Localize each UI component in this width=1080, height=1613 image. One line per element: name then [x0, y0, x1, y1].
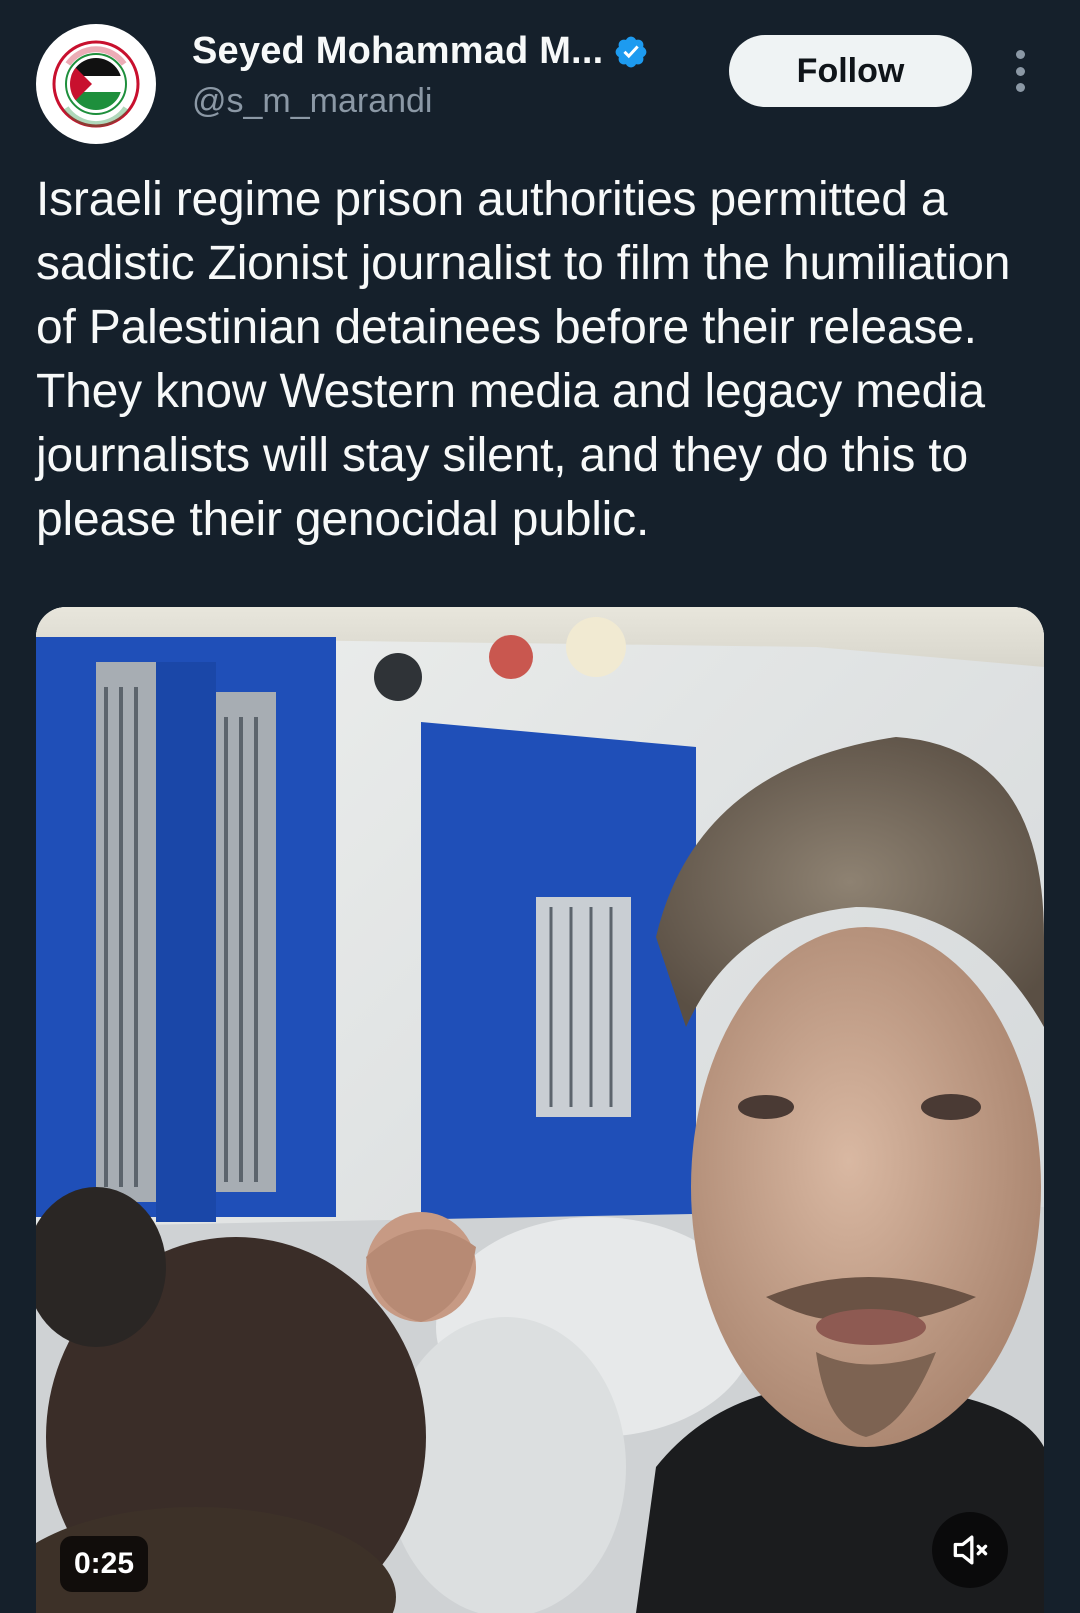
- more-dot: [1015, 83, 1025, 92]
- verified-badge-icon: [615, 36, 647, 67]
- video-player[interactable]: [36, 607, 1044, 1613]
- author-display-name[interactable]: Seyed Mohammad M...: [192, 30, 603, 73]
- volume-muted-icon[interactable]: [932, 1512, 1008, 1588]
- follow-button[interactable]: Follow: [729, 35, 972, 107]
- video-thumbnail: [36, 607, 1044, 1613]
- more-dot: [1015, 66, 1025, 76]
- tweet-text: Israeli regime prison authorities permit…: [36, 173, 1011, 546]
- speaker-muted-glyph: [953, 1535, 988, 1565]
- author-handle[interactable]: @s_m_marandi: [192, 82, 433, 121]
- more-vertical-icon[interactable]: [1000, 46, 1040, 96]
- author-name-row[interactable]: Seyed Mohammad M...: [192, 30, 649, 73]
- save-gaza-logo: [38, 26, 154, 142]
- avatar[interactable]: [36, 24, 156, 144]
- tweet-header: Seyed Mohammad M... @s_m_marandi Follow: [0, 0, 1080, 160]
- video-duration: 0:25: [60, 1536, 149, 1592]
- more-dot: [1015, 50, 1025, 59]
